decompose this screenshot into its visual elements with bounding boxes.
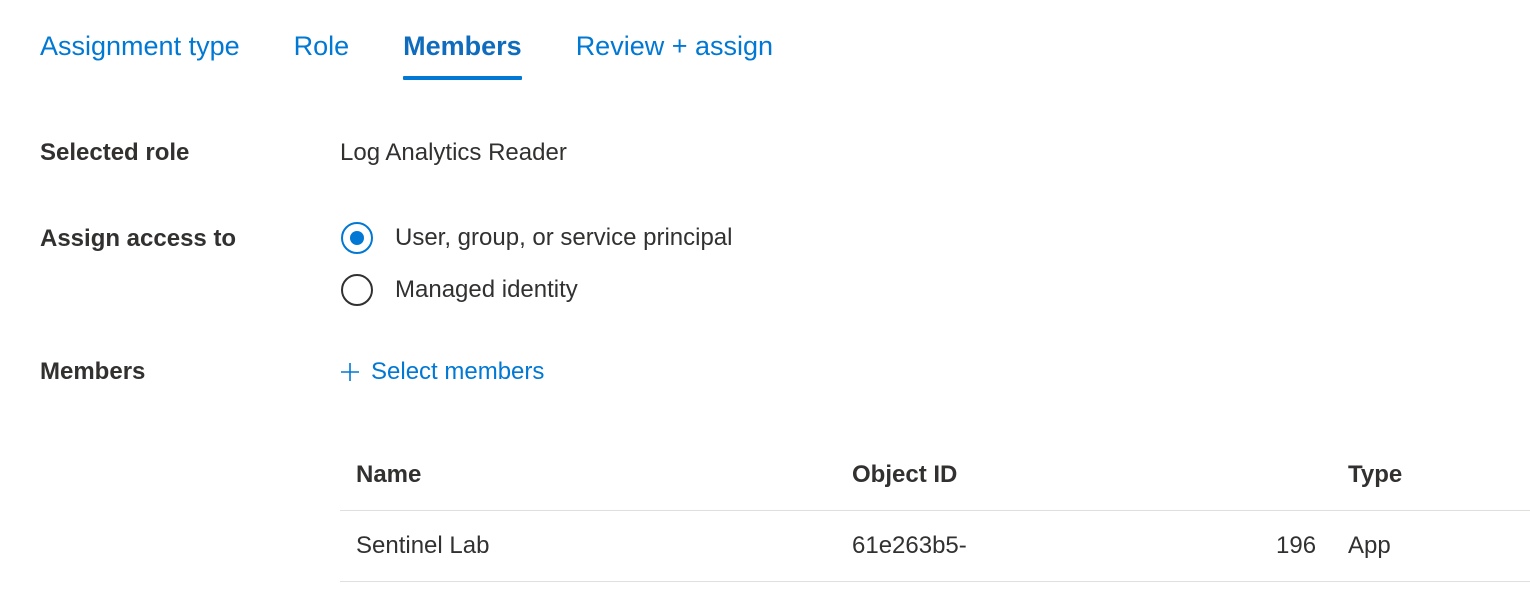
radio-option-label: Managed identity xyxy=(395,276,578,303)
table-header-row: Name Object ID Type xyxy=(340,440,1530,511)
column-header-object-id[interactable]: Object ID xyxy=(852,440,957,510)
wizard-tabs: Assignment type Role Members Review + as… xyxy=(40,26,827,82)
radio-checked-icon[interactable] xyxy=(341,222,373,254)
select-members-label: Select members xyxy=(371,358,545,385)
add-role-assignment-page: Assignment type Role Members Review + as… xyxy=(0,0,1530,602)
member-type-cell: App xyxy=(1348,532,1391,559)
selected-role-value: Log Analytics Reader xyxy=(340,139,567,166)
select-members-link[interactable]: Select members xyxy=(340,358,544,386)
assign-access-label: Assign access to xyxy=(40,225,237,252)
radio-managed-identity[interactable]: Managed identity xyxy=(341,274,578,306)
radio-user-group-service-principal[interactable]: User, group, or service principal xyxy=(341,222,732,254)
member-object-id-tail: 196 xyxy=(1276,532,1317,559)
tab-review-assign[interactable]: Review + assign xyxy=(576,26,773,82)
tab-assignment-type[interactable]: Assignment type xyxy=(40,26,240,82)
radio-unchecked-icon[interactable] xyxy=(341,274,373,306)
member-name-cell: Sentinel Lab xyxy=(356,532,490,559)
radio-option-label: User, group, or service principal xyxy=(395,224,733,251)
tab-role[interactable]: Role xyxy=(294,26,350,82)
members-label: Members xyxy=(40,358,146,385)
member-object-id-cell: 61e263b5- xyxy=(852,532,967,559)
selected-role-label: Selected role xyxy=(40,139,190,166)
members-table: Name Object ID Type Sentinel Lab 61e263b… xyxy=(340,440,1530,582)
tab-members[interactable]: Members xyxy=(403,26,522,82)
column-header-name[interactable]: Name xyxy=(356,440,421,510)
column-header-type[interactable]: Type xyxy=(1348,440,1402,510)
plus-icon xyxy=(341,363,359,381)
table-row[interactable]: Sentinel Lab 61e263b5- 196 App xyxy=(340,511,1530,582)
